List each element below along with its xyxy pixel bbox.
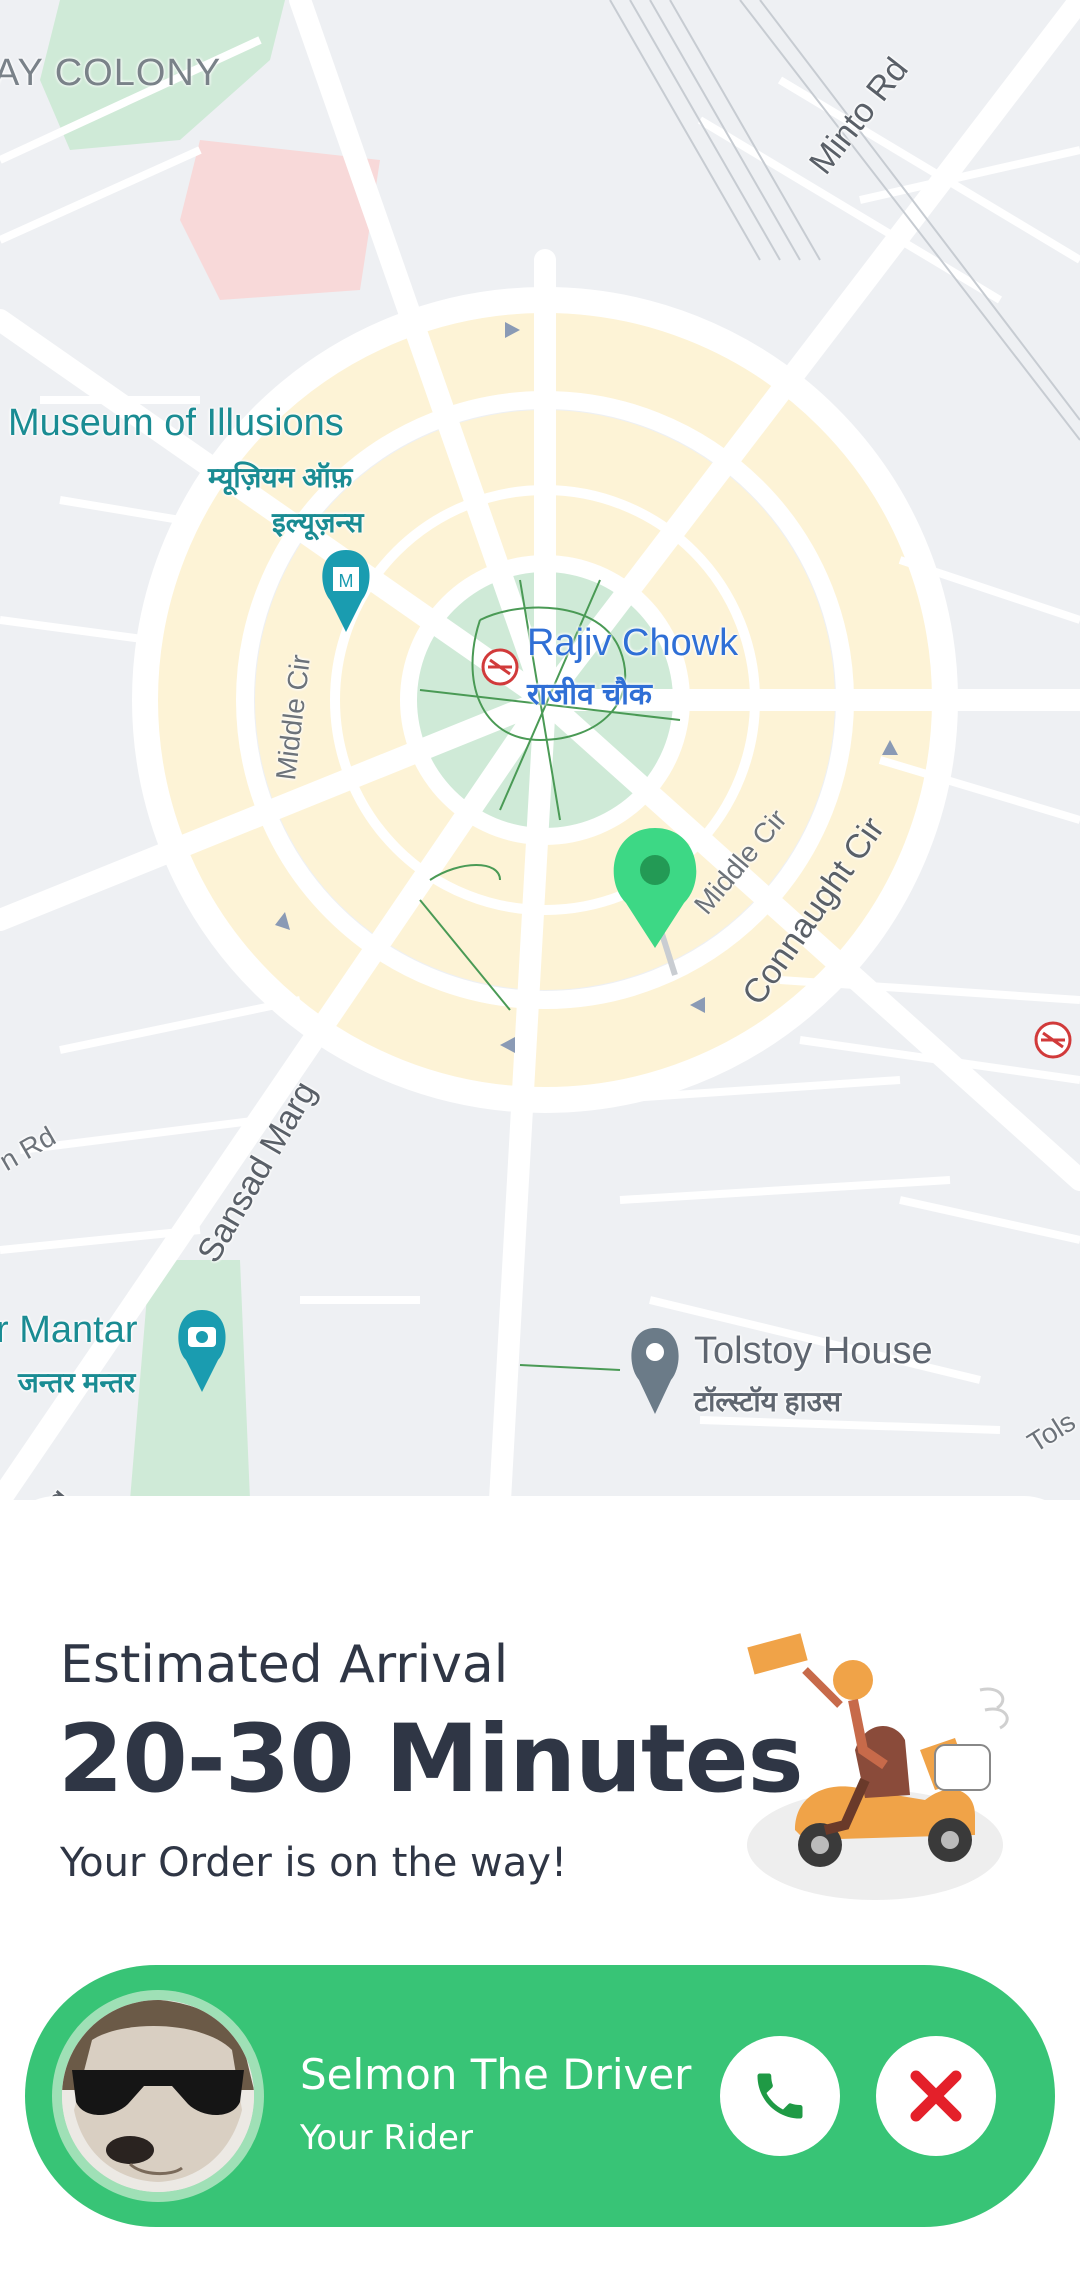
- tolstoy-label[interactable]: Tolstoy House: [694, 1330, 933, 1373]
- place-pin-icon: [631, 1328, 679, 1414]
- mantar-label[interactable]: r Mantar: [0, 1309, 137, 1352]
- map-canvas: M: [0, 0, 1080, 1500]
- museum-label[interactable]: Museum of Illusions: [8, 402, 344, 445]
- svg-text:M: M: [339, 571, 354, 591]
- driver-name: Selmon The Driver: [300, 2050, 692, 2099]
- driver-photo: [62, 2000, 254, 2192]
- avatar[interactable]: [52, 1990, 264, 2202]
- mantar-label-hindi: जन्तर मन्तर: [18, 1367, 136, 1398]
- station-label-hindi: राजीव चौक: [527, 678, 652, 711]
- driver-role: Your Rider: [300, 2118, 473, 2158]
- metro-station-icon: [481, 648, 519, 686]
- close-icon: [910, 2070, 962, 2122]
- colony-label: AY COLONY: [0, 52, 222, 94]
- station-label[interactable]: Rajiv Chowk: [527, 622, 738, 665]
- cancel-button[interactable]: [876, 2036, 996, 2156]
- tolstoy-label-hindi: टॉल्स्टॉय हाउस: [694, 1386, 841, 1417]
- call-button[interactable]: [720, 2036, 840, 2156]
- eta-label: Estimated Arrival: [60, 1635, 509, 1695]
- museum-label-hindi-2: इल्यूज़न्स: [272, 507, 364, 538]
- map-view[interactable]: M AY COLONY Museum of Illusions म्यूज़िय…: [0, 0, 1080, 1500]
- phone-icon: [757, 2073, 803, 2119]
- metro-station-icon-right: [1034, 1021, 1072, 1059]
- eta-value: 20-30 Minutes: [58, 1705, 804, 1814]
- delivery-scooter-illustration: [735, 1630, 1035, 1900]
- order-status-text: Your Order is on the way!: [60, 1840, 567, 1886]
- museum-label-hindi-1: म्यूज़ियम ऑफ़: [208, 462, 353, 493]
